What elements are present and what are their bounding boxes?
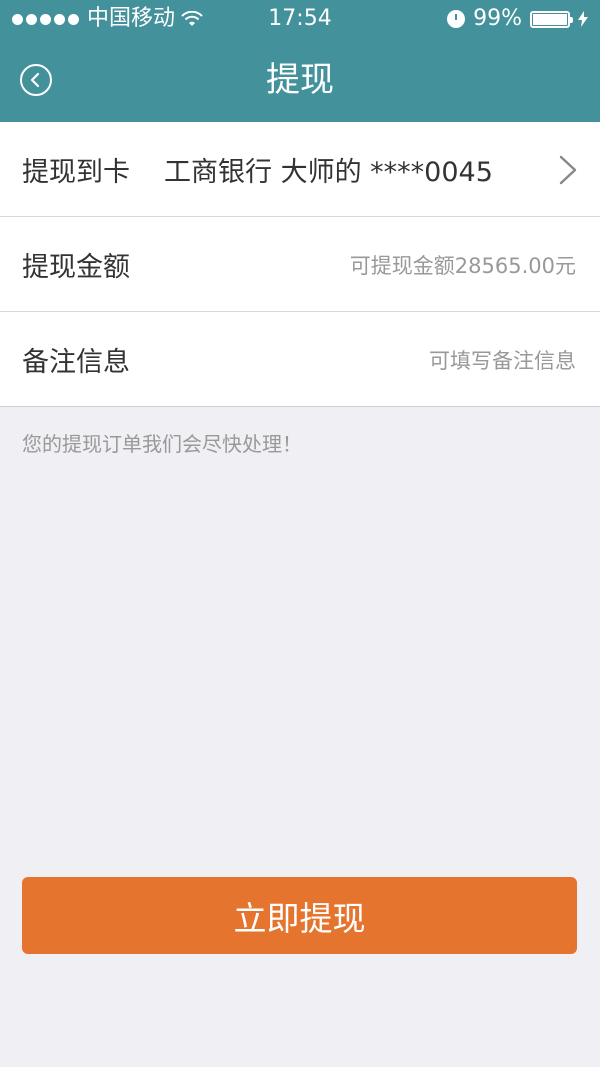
alarm-icon (447, 10, 466, 28)
hint-text: 您的提现订单我们会尽快处理！ (22, 432, 302, 456)
battery-percent: 99% (473, 6, 522, 31)
withdraw-form: 提现到卡 工商银行 大师的 ****0045 提现金额 备注信息 (0, 122, 600, 409)
status-bar: 中国移动 17:54 99% (0, 0, 600, 38)
amount-row-label: 提现金额 (22, 251, 130, 283)
amount-row: 提现金额 (0, 217, 600, 314)
card-row-value: 工商银行 大师的 ****0045 (164, 156, 493, 188)
battery-fill (533, 13, 567, 25)
header-area: 中国移动 17:54 99% 提现 (0, 0, 600, 122)
battery-icon (530, 10, 573, 28)
status-right: 99% (447, 0, 588, 38)
note-input[interactable] (254, 312, 578, 409)
card-select-row[interactable]: 提现到卡 工商银行 大师的 ****0045 (0, 122, 600, 217)
amount-input[interactable] (254, 217, 578, 314)
card-row-label: 提现到卡 (22, 156, 130, 188)
note-row: 备注信息 (0, 312, 600, 409)
charging-bolt-icon (578, 11, 588, 27)
page-title: 提现 (266, 60, 334, 100)
nav-bar: 提现 (0, 38, 600, 122)
withdraw-submit-button[interactable]: 立即提现 (22, 877, 577, 954)
chevron-right-icon (559, 155, 577, 185)
note-row-label: 备注信息 (22, 346, 130, 378)
